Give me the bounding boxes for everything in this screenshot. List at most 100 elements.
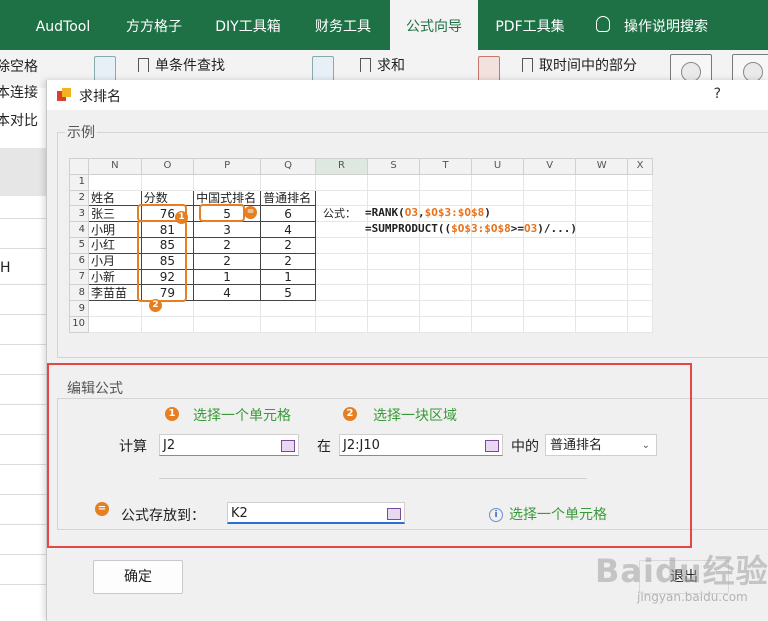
cell-chinese-rank: 2	[193, 236, 262, 254]
row-header: 5	[69, 236, 89, 254]
rank-dialog: 求排名 ? 示例 N O P Q R S T U V W X 1 2 姓名 分数…	[46, 80, 768, 621]
cell-name: 李苗苗	[87, 284, 142, 302]
col-header: X	[627, 158, 653, 175]
sheet-gridline	[0, 554, 46, 555]
tab-search-help[interactable]: 操作说明搜索	[624, 0, 754, 50]
formula-rank: =RANK(O3,$O$3:$O$8)	[365, 206, 491, 219]
cell-normal-rank: 2	[260, 252, 317, 270]
sheet-item-compare[interactable]: 本对比	[0, 110, 38, 130]
row-header: 3	[69, 205, 89, 223]
formula-text: =SUMPRODUCT((	[365, 222, 452, 235]
ok-button[interactable]: 确定	[93, 560, 183, 594]
single-lookup-command[interactable]: 单条件查找	[138, 55, 225, 75]
sheet-gridline	[0, 464, 46, 465]
formula-arg: $O$3:$O$8	[424, 206, 485, 219]
highlight-output-cell	[199, 204, 245, 222]
sheet-background: 除空格 本连接 本对比 H	[0, 59, 46, 621]
cell-normal-rank: 2	[260, 236, 317, 254]
example-group-title: 示例	[65, 122, 97, 142]
cell-name: 小红	[87, 236, 142, 254]
cell-chinese-rank: 3	[193, 221, 262, 238]
extract-time-command[interactable]: 取时间中的部分	[522, 55, 637, 75]
info-icon: i	[489, 508, 503, 522]
divider	[159, 478, 587, 479]
row-header: 6	[69, 252, 89, 270]
corner-cell	[69, 158, 89, 175]
chevron-down-icon: ⌄	[641, 440, 650, 451]
step-equals-icon: =	[95, 502, 109, 516]
col-header: V	[523, 158, 577, 175]
tab-diy-toolbox[interactable]: DIY工具箱	[200, 0, 296, 50]
formula-arg: O3	[523, 222, 538, 235]
calc-cell-input[interactable]: J2	[159, 434, 299, 456]
cell-normal-rank: 5	[260, 284, 317, 302]
step-two-icon: 2	[343, 407, 357, 421]
sheet-gridline	[0, 284, 46, 285]
cell-name: 小月	[87, 252, 142, 270]
range-picker-icon[interactable]	[281, 440, 295, 452]
col-header: S	[367, 158, 421, 175]
badge-equals-icon: =	[244, 206, 257, 219]
help-button[interactable]: ?	[714, 86, 721, 102]
row-header: 9	[69, 300, 89, 317]
store-cell-input[interactable]: K2	[227, 502, 405, 524]
col-header: Q	[260, 158, 317, 175]
bookmark-icon	[138, 58, 149, 72]
cell-normal-rank: 1	[260, 268, 317, 286]
formula-text: )	[484, 206, 491, 219]
step-one-icon: 1	[165, 407, 179, 421]
lightbulb-icon	[596, 16, 610, 32]
sheet-gridline	[0, 314, 46, 315]
store-cell-value: K2	[231, 506, 248, 521]
watermark-site: jingyan.baidu.com	[637, 590, 748, 604]
sum-command[interactable]: 求和	[360, 55, 405, 75]
dialog-titlebar[interactable]: 求排名 ?	[47, 80, 768, 110]
col-header: P	[193, 158, 262, 175]
cell-chinese-rank: 2	[193, 252, 262, 270]
tab-fangfanggezi[interactable]: 方方格子	[110, 0, 198, 50]
col-header: U	[471, 158, 525, 175]
sheet-item-trim[interactable]: 除空格	[0, 56, 38, 76]
cell-name: 小明	[87, 221, 142, 238]
highlight-range	[137, 220, 187, 302]
cell-chinese-rank: 1	[193, 268, 262, 286]
store-label: 公式存放到：	[121, 508, 205, 524]
col-header-selected: R	[315, 158, 369, 175]
tab-audtool[interactable]: AudTool	[22, 0, 104, 50]
formula-arg: O3	[404, 206, 418, 219]
formula-text: )/...)	[537, 222, 577, 235]
cell-normal-rank: 4	[260, 221, 317, 238]
in-label: 在	[317, 439, 331, 455]
sheet-gridline	[0, 584, 46, 585]
formula-label: 公式：	[323, 207, 356, 220]
hint-select-cell: 选择一个单元格	[193, 408, 291, 424]
example-sheet: N O P Q R S T U V W X 1 2 姓名 分数 中国式排名 普通…	[69, 158, 653, 333]
row-header: 4	[69, 221, 89, 238]
row-header: 10	[69, 315, 89, 333]
sheet-gridline	[0, 434, 46, 435]
app-icon	[57, 88, 71, 101]
cell-name: 张三	[87, 205, 142, 223]
range-input[interactable]: J2:J10	[339, 434, 503, 456]
tab-formula-wizard[interactable]: 公式向导	[390, 0, 478, 50]
cell-name: 小新	[87, 268, 142, 286]
range-picker-icon[interactable]	[387, 508, 401, 520]
formula-text: ,	[418, 206, 425, 219]
row-header: 1	[69, 173, 89, 191]
calc-cell-value: J2	[163, 438, 176, 453]
sheet-gridline	[0, 344, 46, 345]
badge-one-icon: 1	[175, 211, 188, 224]
tab-pdf-tools[interactable]: PDF工具集	[482, 0, 578, 50]
row-header: 2	[69, 189, 89, 207]
tab-finance-tools[interactable]: 财务工具	[300, 0, 386, 50]
formula-sumproduct: =SUMPRODUCT(($O$3:$O$8>=O3)/...)	[365, 222, 577, 235]
col-header: T	[419, 158, 473, 175]
rank-type-value: 普通排名	[550, 438, 603, 453]
rank-type-select[interactable]: 普通排名 ⌄	[545, 434, 657, 456]
sheet-toolbar-strip	[0, 148, 46, 196]
range-picker-icon[interactable]	[485, 440, 499, 452]
sheet-item-join[interactable]: 本连接	[0, 82, 38, 102]
hint-select-output-cell: 选择一个单元格	[509, 507, 607, 523]
formula-text: =RANK(	[365, 206, 405, 219]
header-normal-rank: 普通排名	[260, 189, 317, 207]
